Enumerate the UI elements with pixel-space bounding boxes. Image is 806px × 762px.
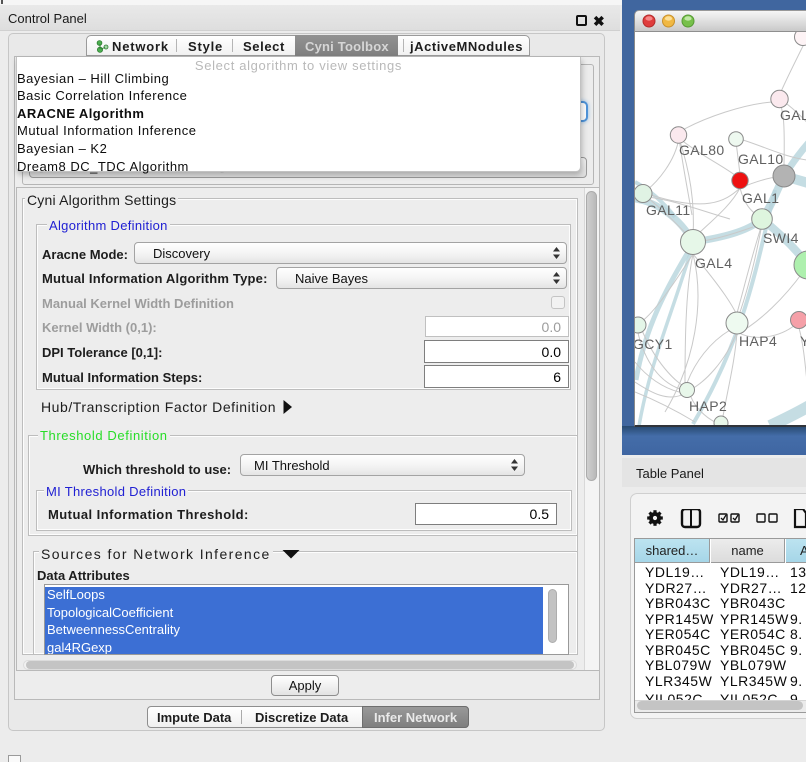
svg-text:GAL10: GAL10 [738, 151, 784, 167]
svg-text:SWI4: SWI4 [763, 230, 799, 246]
svg-text:GCY1: GCY1 [635, 336, 673, 352]
svg-text:HAP2: HAP2 [689, 398, 727, 414]
svg-text:HAP4: HAP4 [739, 333, 777, 349]
svg-text:Y: Y [800, 333, 806, 349]
svg-text:GAL80: GAL80 [679, 142, 725, 158]
svg-text:GAL11: GAL11 [646, 202, 691, 218]
svg-text:GAL1: GAL1 [742, 190, 779, 206]
svg-text:GAL: GAL [780, 107, 806, 123]
svg-text:GAL4: GAL4 [695, 255, 732, 271]
